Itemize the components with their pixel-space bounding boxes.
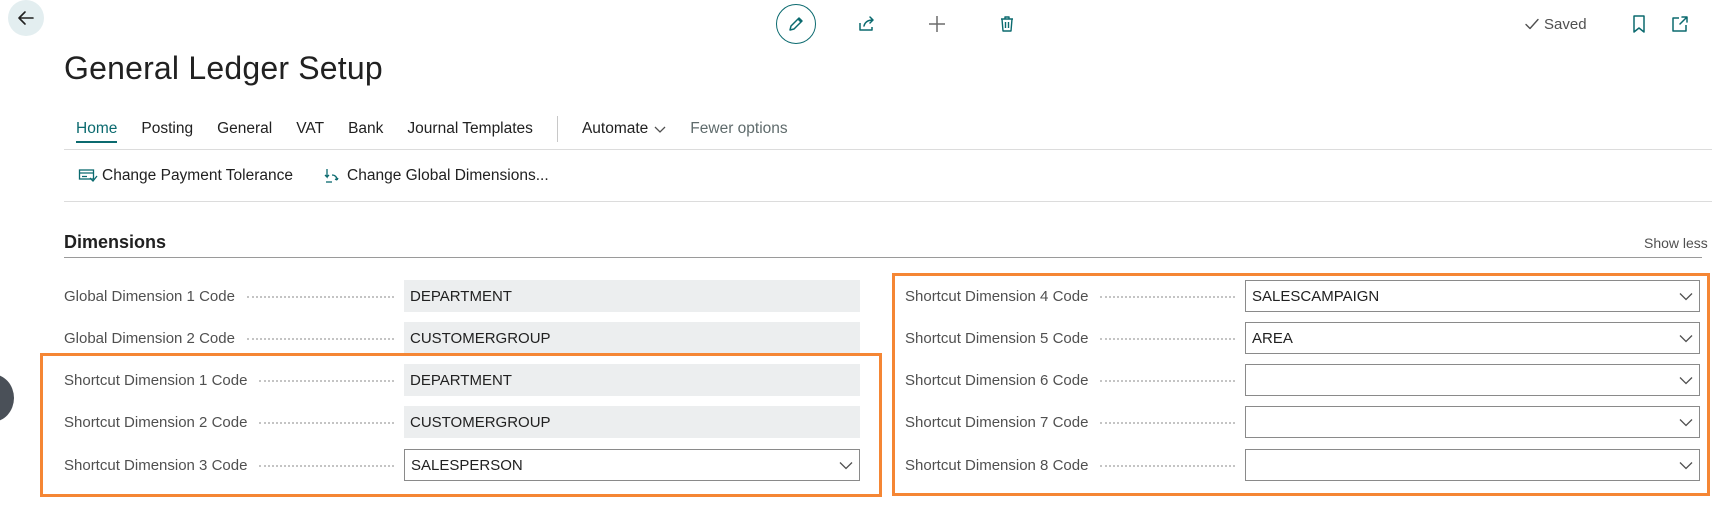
saved-status: Saved <box>1524 14 1587 34</box>
tab-vat[interactable]: VAT <box>296 120 324 138</box>
page-title: General Ledger Setup <box>64 50 383 86</box>
section-title: Dimensions <box>64 232 167 252</box>
floating-button[interactable] <box>0 374 14 422</box>
tab-journal-templates[interactable]: Journal Templates <box>407 120 533 138</box>
chevron-down-icon <box>654 126 666 133</box>
section-underline <box>64 257 1702 258</box>
trash-icon <box>1001 16 1013 32</box>
highlight-box-left <box>40 353 882 497</box>
show-less-link[interactable]: Show less <box>1644 235 1708 251</box>
tab-home[interactable]: Home <box>76 120 118 143</box>
share-icon <box>859 16 874 31</box>
tab-bank[interactable]: Bank <box>348 120 383 138</box>
open-new-window-button[interactable] <box>1666 10 1694 38</box>
open-new-window-icon <box>1672 16 1688 32</box>
change-global-dimensions-label: Change Global Dimensions... <box>347 167 549 184</box>
pencil-icon <box>789 17 803 31</box>
change-payment-tolerance-label: Change Payment Tolerance <box>102 167 294 184</box>
global-dimension-1-label: Global Dimension 1 Code <box>64 287 235 305</box>
checkmark-icon <box>1525 18 1539 30</box>
tab-posting[interactable]: Posting <box>141 120 193 138</box>
field-label: Global Dimension 1 Code <box>64 280 394 312</box>
back-arrow-icon <box>18 11 34 25</box>
bookmark-icon <box>1633 15 1645 33</box>
new-button[interactable] <box>923 10 951 38</box>
bookmark-button[interactable] <box>1625 10 1653 38</box>
action-row: Change Payment Tolerance Change Global D… <box>78 166 579 186</box>
change-dimensions-icon <box>324 169 339 183</box>
divider <box>64 201 1712 202</box>
global-dimension-2-field[interactable]: CUSTOMERGROUP <box>404 322 860 354</box>
tab-general[interactable]: General <box>217 120 272 138</box>
edit-button[interactable] <box>776 4 816 44</box>
fewer-options-button[interactable]: Fewer options <box>690 120 787 138</box>
global-dimension-2-label: Global Dimension 2 Code <box>64 329 235 347</box>
global-dimension-1-field[interactable]: DEPARTMENT <box>404 280 860 312</box>
action-bar-tabs: Home Posting General VAT Bank Journal Te… <box>76 116 812 143</box>
saved-label: Saved <box>1544 15 1587 33</box>
divider <box>64 149 1712 150</box>
back-button[interactable] <box>8 0 44 36</box>
highlight-box-right <box>892 273 1710 496</box>
tab-automate[interactable]: Automate <box>582 120 666 138</box>
automate-label: Automate <box>581 120 649 137</box>
share-button[interactable] <box>853 10 881 38</box>
field-label: Global Dimension 2 Code <box>64 322 394 354</box>
change-global-dimensions-button[interactable]: Change Global Dimensions... <box>323 167 549 185</box>
plus-icon <box>929 16 945 32</box>
tab-separator <box>556 116 558 142</box>
delete-button[interactable] <box>993 10 1021 38</box>
change-payment-tolerance-button[interactable]: Change Payment Tolerance <box>78 167 293 185</box>
payment-tolerance-icon <box>78 169 98 182</box>
